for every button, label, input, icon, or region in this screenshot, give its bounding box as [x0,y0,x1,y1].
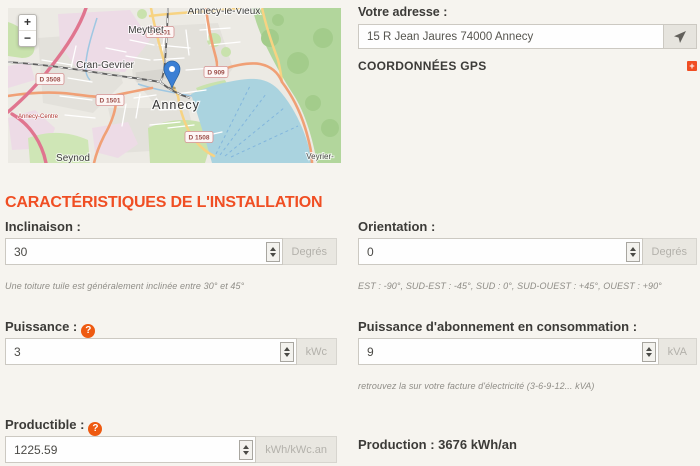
zoom-out-button[interactable]: − [19,30,36,46]
puissance-input[interactable] [5,338,297,365]
inclinaison-hint: Une toiture tuile est généralement incli… [5,281,337,291]
production-label: Production : [358,437,435,452]
geocode-button[interactable] [664,24,697,49]
puissance-label: Puissance :? [5,319,337,338]
address-input[interactable] [358,24,664,49]
map-label-annecy-centre: Annecy-Centre [18,114,59,120]
orientation-input[interactable] [358,238,643,265]
expand-plus-icon[interactable]: + [687,61,697,71]
orientation-hint: EST : -90°, SUD-EST : -45°, SUD : 0°, SU… [358,281,697,291]
abonnement-unit: kVA [659,338,697,365]
help-icon[interactable]: ? [81,324,95,338]
puissance-unit: kWc [297,338,337,365]
send-location-icon [673,30,687,44]
gps-coordinates-toggle[interactable]: COORDONNÉES GPS [358,59,487,73]
productible-input[interactable] [5,436,256,463]
productible-label-text: Productible : [5,417,84,432]
orientation-label: Orientation : [358,219,697,238]
map-label-annecy: Annecy [152,98,200,112]
production-value: 3676 kWh/an [438,437,517,452]
road-ref: D 3508 [40,76,61,83]
section-title: CARACTÉRISTIQUES DE L'INSTALLATION [5,194,322,212]
abonnement-label: Puissance d'abonnement en consommation : [358,319,697,338]
productible-label: Productible :? [5,417,337,436]
map-label-veyrier: Veyrier- [306,152,334,161]
map-label-cran-gevrier: Cran-Gevrier [76,60,134,71]
production-result: Production : 3676 kWh/an [358,437,517,452]
field-productible: Productible :? kWh/kWc.an [5,417,337,463]
field-orientation: Orientation : Degrés EST : -90°, SUD-EST… [358,219,697,291]
road-ref: D 1501 [100,97,121,104]
number-spinner[interactable] [642,342,656,362]
number-spinner[interactable] [239,440,253,460]
address-label: Votre adresse : [358,5,697,19]
zoom-in-button[interactable]: + [19,15,36,30]
orientation-unit: Degrés [643,238,697,265]
puissance-label-text: Puissance : [5,319,77,334]
inclinaison-label: Inclinaison : [5,219,337,238]
map-zoom-control: + − [18,14,37,47]
inclinaison-unit: Degrés [283,238,337,265]
help-icon[interactable]: ? [88,422,102,436]
number-spinner[interactable] [266,242,280,262]
map-label-seynod: Seynod [56,153,90,163]
number-spinner[interactable] [280,342,294,362]
number-spinner[interactable] [626,242,640,262]
field-abonnement: Puissance d'abonnement en consommation :… [358,319,697,391]
road-ref: D 1508 [189,134,210,141]
address-panel: Votre adresse : COORDONNÉES GPS + [358,5,697,73]
road-ref: D 909 [207,69,225,76]
map-label-meythet: Meythet [128,25,164,36]
abonnement-hint: retrouvez la sur votre facture d'électri… [358,381,697,391]
map-tiles: D 2201 D 909 D 3508 D 1501 D 1508 Meythe… [8,8,341,163]
abonnement-input[interactable] [358,338,659,365]
map-label-annecy-le-vieux: Annecy-le-Vieux [188,8,261,17]
inclinaison-input[interactable] [5,238,283,265]
map[interactable]: D 2201 D 909 D 3508 D 1501 D 1508 Meythe… [8,8,341,163]
field-puissance: Puissance :? kWc [5,319,337,365]
field-inclinaison: Inclinaison : Degrés Une toiture tuile e… [5,219,337,291]
productible-unit: kWh/kWc.an [256,436,337,463]
